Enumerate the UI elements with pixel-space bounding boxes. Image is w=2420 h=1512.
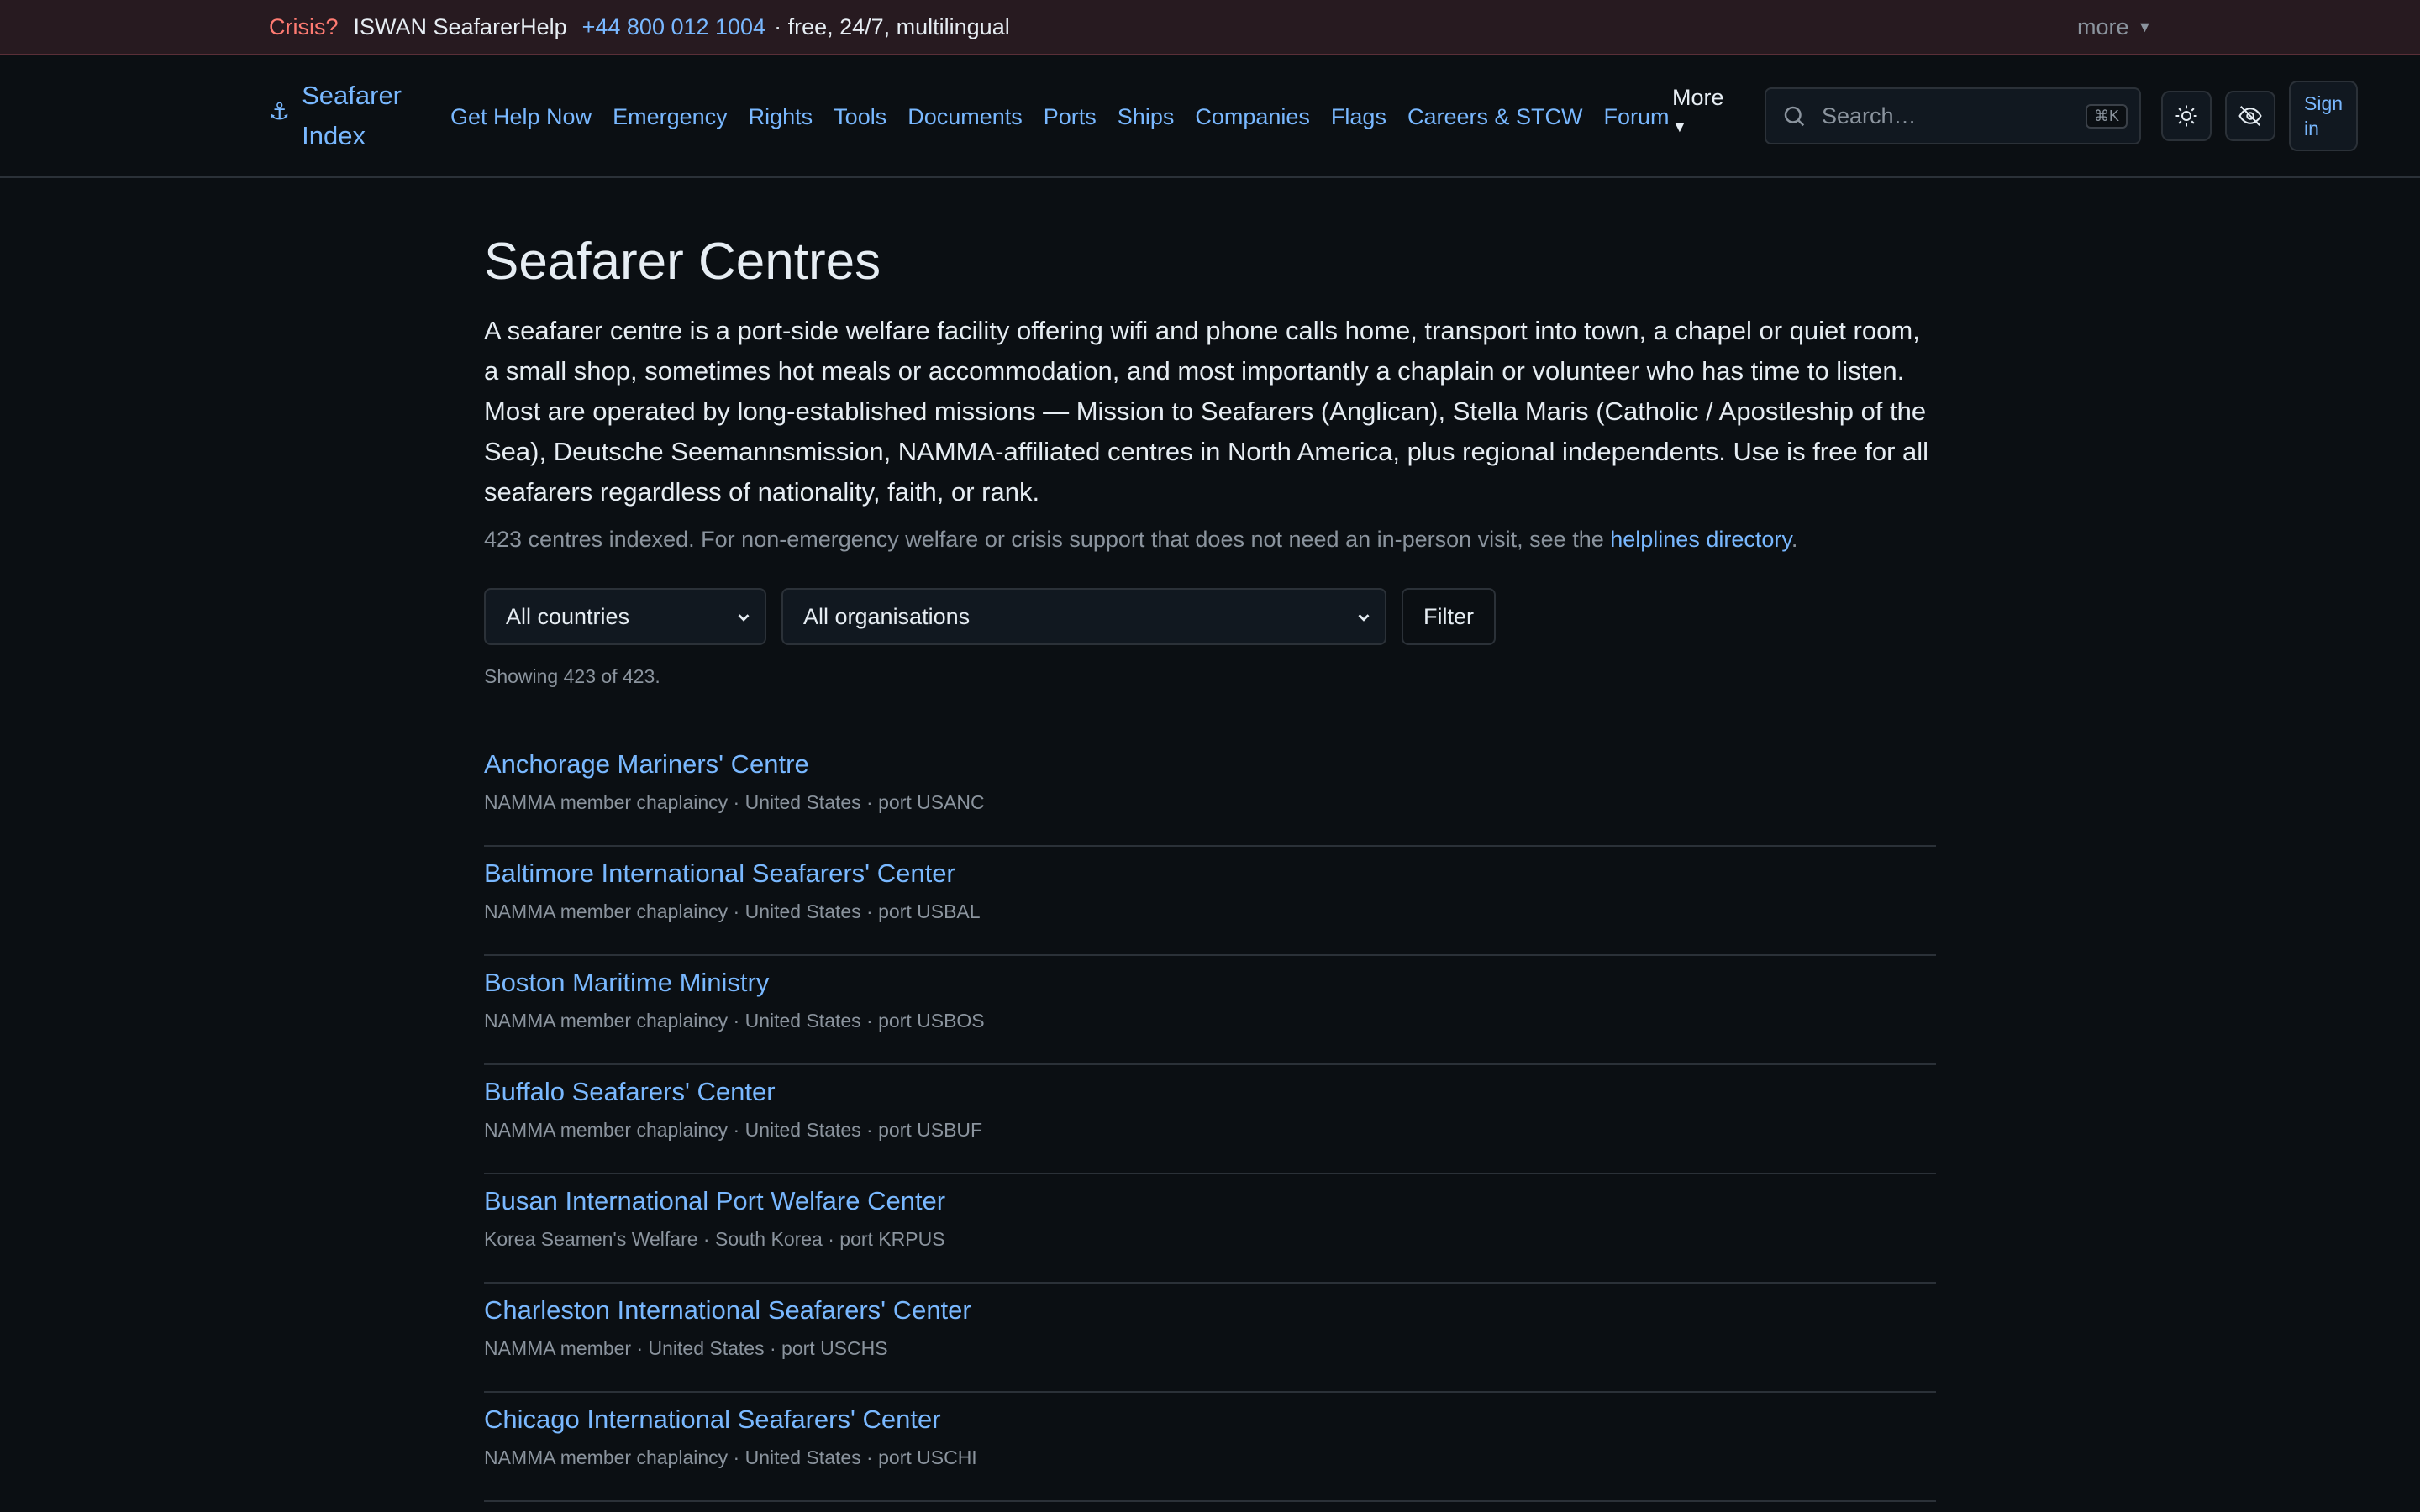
brand-link[interactable]: ⚓ Seafarer Index — [269, 76, 411, 156]
search-box[interactable]: ⌘K — [1765, 87, 2141, 144]
nav-more-label: More — [1672, 85, 1724, 110]
crisis-banner: Crisis? ISWAN SeafarerHelp +44 800 012 1… — [0, 0, 2420, 55]
centre-link[interactable]: Busan International Port Welfare Center — [484, 1186, 945, 1216]
centre-meta: NAMMA member chaplaincy · United States … — [484, 1446, 977, 1468]
visibility-toggle-button[interactable] — [2225, 91, 2275, 141]
filter-button[interactable]: Filter — [1402, 588, 1496, 645]
nav-link-emergency[interactable]: Emergency — [613, 104, 728, 130]
crisis-label: Crisis? — [269, 13, 339, 39]
centre-link[interactable]: Charleston International Seafarers' Cent… — [484, 1295, 971, 1326]
nav-link-get-help-now[interactable]: Get Help Now — [450, 104, 592, 130]
centre-link[interactable]: Chicago International Seafarers' Center — [484, 1404, 941, 1435]
nav-link-companies[interactable]: Companies — [1195, 104, 1310, 130]
list-item: Busan International Port Welfare Center … — [484, 1174, 1936, 1284]
crisis-phone-link[interactable]: +44 800 012 1004 — [582, 14, 765, 40]
index-summary-end: . — [1791, 527, 1798, 552]
anchor-icon: ⚓ — [269, 98, 291, 124]
centre-link[interactable]: Buffalo Seafarers' Center — [484, 1077, 776, 1107]
centre-meta: NAMMA member chaplaincy · United States … — [484, 900, 981, 922]
country-select[interactable]: All countries — [484, 588, 766, 645]
centre-meta: NAMMA member chaplaincy · United States … — [484, 1010, 985, 1032]
organisation-select-value: All organisations — [803, 603, 971, 629]
centre-link[interactable]: Baltimore International Seafarers' Cente… — [484, 858, 955, 889]
nav-link-ports[interactable]: Ports — [1044, 104, 1097, 130]
search-icon — [1784, 106, 1805, 127]
helplines-directory-link[interactable]: helplines directory — [1610, 527, 1791, 552]
chevron-down-icon — [738, 614, 750, 622]
caret-down-icon: ▼ — [1672, 118, 1687, 135]
centre-meta: NAMMA member chaplaincy · United States … — [484, 791, 985, 813]
centres-list: Anchorage Mariners' Centre NAMMA member … — [484, 738, 1936, 1502]
sun-icon — [2175, 105, 2197, 127]
search-shortcut-hint: ⌘K — [2085, 104, 2128, 129]
main-nav: ⚓ Seafarer Index Get Help Now Emergency … — [0, 55, 2420, 178]
centre-link[interactable]: Anchorage Mariners' Centre — [484, 749, 809, 780]
list-item: Anchorage Mariners' Centre NAMMA member … — [484, 738, 1936, 847]
list-item: Chicago International Seafarers' Center … — [484, 1393, 1936, 1502]
list-item: Boston Maritime Ministry NAMMA member ch… — [484, 956, 1936, 1065]
list-item: Baltimore International Seafarers' Cente… — [484, 847, 1936, 956]
index-summary-text: 423 centres indexed. For non-emergency w… — [484, 527, 1604, 552]
nav-link-rights[interactable]: Rights — [749, 104, 813, 130]
search-input[interactable] — [1822, 102, 2074, 129]
theme-toggle-button[interactable] — [2161, 91, 2212, 141]
centre-meta: NAMMA member · United States · port USCH… — [484, 1337, 888, 1359]
caret-down-icon: ▼ — [2137, 18, 2153, 35]
list-item: Charleston International Seafarers' Cent… — [484, 1284, 1936, 1393]
centre-meta: NAMMA member chaplaincy · United States … — [484, 1119, 983, 1141]
centre-link[interactable]: Boston Maritime Ministry — [484, 968, 769, 998]
nav-link-tools[interactable]: Tools — [834, 104, 886, 130]
list-item: Buffalo Seafarers' Center NAMMA member c… — [484, 1065, 1936, 1174]
nav-link-ships[interactable]: Ships — [1118, 104, 1175, 130]
chevron-down-icon — [1358, 614, 1370, 622]
crisis-banner-content: Crisis? ISWAN SeafarerHelp +44 800 012 1… — [269, 0, 1010, 54]
centre-meta: Korea Seamen's Welfare · South Korea · p… — [484, 1228, 945, 1250]
crisis-more-toggle[interactable]: more ▼ — [2077, 0, 2152, 54]
intro-paragraph: A seafarer centre is a port-side welfare… — [484, 316, 1929, 507]
page-title: Seafarer Centres — [484, 233, 881, 291]
index-summary: 423 centres indexed. For non-emergency w… — [484, 522, 1936, 556]
crisis-service-name: ISWAN SeafarerHelp — [353, 13, 567, 39]
crisis-note: · free, 24/7, multilingual — [774, 13, 1010, 39]
organisation-select[interactable]: All organisations — [781, 588, 1386, 645]
nav-link-careers-stcw[interactable]: Careers & STCW — [1407, 104, 1583, 130]
filter-bar: All countries All organisations Filter — [484, 588, 1496, 645]
nav-links: Get Help Now Emergency Rights Tools Docu… — [450, 55, 1670, 178]
results-count: Showing 423 of 423. — [484, 665, 660, 687]
nav-link-documents[interactable]: Documents — [908, 104, 1023, 130]
nav-link-forum[interactable]: Forum — [1603, 104, 1669, 130]
eye-off-icon — [2238, 106, 2262, 126]
crisis-more-label: more — [2077, 13, 2129, 39]
nav-more-menu[interactable]: More ▼ — [1672, 81, 1724, 139]
sign-in-button[interactable]: Sign in — [2289, 81, 2358, 151]
country-select-value: All countries — [506, 603, 630, 629]
nav-link-flags[interactable]: Flags — [1331, 104, 1386, 130]
brand-name: Seafarer Index — [302, 81, 402, 150]
